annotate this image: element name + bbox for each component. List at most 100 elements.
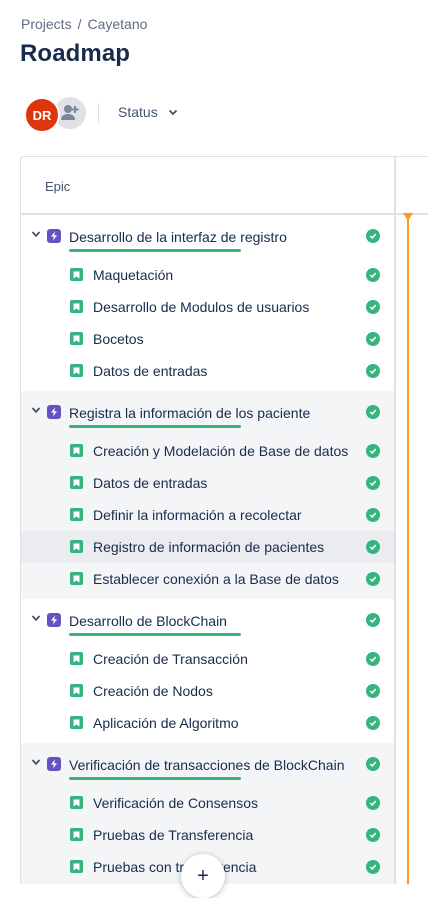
story-bookmark-icon: [70, 684, 83, 697]
done-check-icon: [366, 757, 380, 771]
story-row[interactable]: Aplicación de Algoritmo: [21, 707, 394, 739]
chevron-down-icon[interactable]: [31, 757, 41, 767]
story-row[interactable]: Registro de información de pacientes: [21, 531, 394, 563]
done-check-icon: [366, 572, 380, 586]
status-filter-dropdown[interactable]: Status: [118, 104, 178, 120]
breadcrumb-separator: /: [77, 16, 82, 32]
epic-column-header: Epic: [21, 157, 428, 215]
story-title[interactable]: Creación de Nodos: [93, 683, 213, 699]
story-title[interactable]: Bocetos: [93, 331, 144, 347]
epic-lightning-icon: [47, 229, 61, 243]
epic-row[interactable]: Registra la información de los paciente: [21, 391, 394, 435]
story-title[interactable]: Maquetación: [93, 267, 173, 283]
story-row[interactable]: Datos de entradas: [21, 355, 394, 387]
story-row[interactable]: Desarrollo de Modulos de usuarios: [21, 291, 394, 323]
story-row[interactable]: Creación de Transacción: [21, 643, 394, 675]
story-row[interactable]: Datos de entradas: [21, 467, 394, 499]
done-check-icon: [366, 613, 380, 627]
chevron-down-icon[interactable]: [31, 613, 41, 623]
chevron-down-icon[interactable]: [31, 229, 41, 239]
done-check-icon: [366, 300, 380, 314]
story-title[interactable]: Establecer conexión a la Base de datos: [93, 571, 339, 587]
story-bookmark-icon: [70, 652, 83, 665]
epic-progress-bar: [69, 249, 241, 252]
epic-row[interactable]: Desarrollo de la interfaz de registro: [21, 215, 394, 259]
epic-row[interactable]: Desarrollo de BlockChain: [21, 599, 394, 643]
story-row[interactable]: Bocetos: [21, 323, 394, 355]
story-title[interactable]: Datos de entradas: [93, 475, 207, 491]
breadcrumb-projects-link[interactable]: Projects: [21, 16, 72, 32]
story-title[interactable]: Datos de entradas: [93, 363, 207, 379]
done-check-icon: [366, 716, 380, 730]
epic-group: Registra la información de los paciente C…: [21, 391, 394, 599]
epic-group: Desarrollo de la interfaz de registro Maq…: [21, 215, 394, 391]
today-marker-icon: [403, 213, 413, 221]
story-bookmark-icon: [70, 364, 83, 377]
epic-title[interactable]: Verificación de transacciones de BlockCh…: [69, 757, 345, 773]
story-row[interactable]: Definir la información a recolectar: [21, 499, 394, 531]
breadcrumb: Projects / Cayetano: [21, 16, 147, 32]
story-title[interactable]: Creación de Transacción: [93, 651, 248, 667]
story-row[interactable]: Establecer conexión a la Base de datos: [21, 563, 394, 595]
done-check-icon: [366, 268, 380, 282]
done-check-icon: [366, 332, 380, 346]
epic-lightning-icon: [47, 405, 61, 419]
epic-list: Desarrollo de la interfaz de registro Maq…: [21, 215, 394, 884]
chevron-down-icon[interactable]: [31, 405, 41, 415]
epic-lightning-icon: [47, 613, 61, 627]
story-bookmark-icon: [70, 332, 83, 345]
done-check-icon: [366, 364, 380, 378]
roadmap-panel: Epic Desarrollo de la interfaz de regist…: [20, 156, 428, 884]
story-title[interactable]: Creación y Modelación de Base de datos: [93, 443, 348, 459]
story-bookmark-icon: [70, 828, 83, 841]
story-bookmark-icon: [70, 716, 83, 729]
story-title[interactable]: Verificación de Consensos: [93, 795, 258, 811]
done-check-icon: [366, 684, 380, 698]
story-title[interactable]: Pruebas de Transferencia: [93, 827, 253, 843]
done-check-icon: [366, 229, 380, 243]
done-check-icon: [366, 652, 380, 666]
story-bookmark-icon: [70, 444, 83, 457]
story-row[interactable]: Creación de Nodos: [21, 675, 394, 707]
toolbar-divider: [98, 103, 99, 123]
epic-title[interactable]: Desarrollo de la interfaz de registro: [69, 229, 287, 245]
done-check-icon: [366, 828, 380, 842]
done-check-icon: [366, 476, 380, 490]
epic-progress-bar: [69, 425, 241, 428]
breadcrumb-project-link[interactable]: Cayetano: [87, 16, 147, 32]
story-bookmark-icon: [70, 300, 83, 313]
story-row[interactable]: Pruebas de Transferencia: [21, 819, 394, 851]
story-bookmark-icon: [70, 508, 83, 521]
epic-row[interactable]: Verificación de transacciones de BlockCh…: [21, 743, 394, 787]
epic-column-label: Epic: [45, 179, 71, 194]
story-bookmark-icon: [70, 860, 83, 873]
epic-title[interactable]: Registra la información de los paciente: [69, 405, 310, 421]
story-row[interactable]: Maquetación: [21, 259, 394, 291]
done-check-icon: [366, 860, 380, 874]
column-splitter[interactable]: [394, 157, 396, 884]
today-marker-line: [407, 213, 409, 884]
story-bookmark-icon: [70, 268, 83, 281]
done-check-icon: [366, 405, 380, 419]
chevron-down-icon: [168, 109, 177, 116]
story-title[interactable]: Aplicación de Algoritmo: [93, 715, 239, 731]
avatar-initials: DR: [32, 107, 52, 123]
done-check-icon: [366, 540, 380, 554]
story-title[interactable]: Desarrollo de Modulos de usuarios: [93, 299, 309, 315]
story-title[interactable]: Pruebas con transferencia: [93, 859, 256, 875]
story-bookmark-icon: [70, 476, 83, 489]
avatar[interactable]: DR: [24, 97, 60, 133]
epic-progress-bar: [69, 633, 241, 636]
story-row[interactable]: Verificación de Consensos: [21, 787, 394, 819]
status-filter-label: Status: [118, 104, 158, 120]
epic-lightning-icon: [47, 757, 61, 771]
done-check-icon: [366, 796, 380, 810]
story-title[interactable]: Registro de información de pacientes: [93, 539, 324, 555]
epic-progress-bar: [69, 777, 241, 780]
story-bookmark-icon: [70, 540, 83, 553]
story-title[interactable]: Definir la información a recolectar: [93, 507, 302, 523]
story-row[interactable]: Creación y Modelación de Base de datos: [21, 435, 394, 467]
create-epic-button[interactable]: +: [181, 854, 225, 898]
epic-group: Desarrollo de BlockChain Creación de Tran…: [21, 599, 394, 743]
epic-title[interactable]: Desarrollo de BlockChain: [69, 613, 227, 629]
